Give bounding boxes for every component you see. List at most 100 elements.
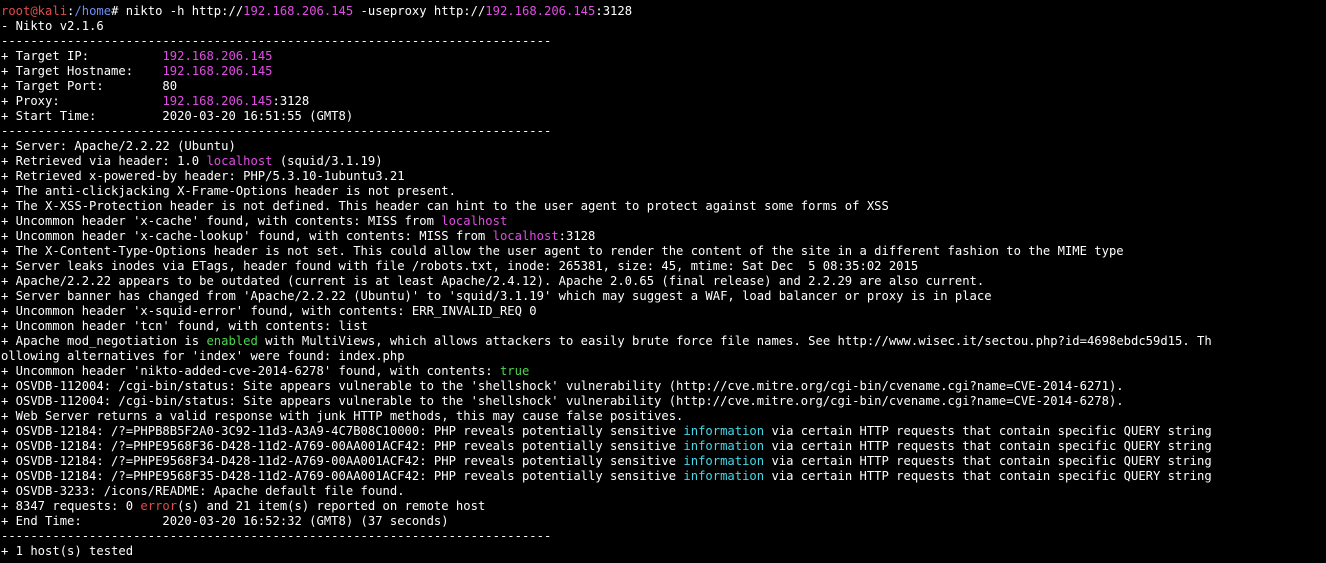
text-segment: + Target Hostname: (1, 64, 163, 78)
text-segment: (squid/3.1.19) (272, 154, 383, 168)
output-line: + Web Server returns a valid response wi… (1, 409, 1326, 424)
text-segment: + End Time: 2020-03-20 16:52:32 (GMT8) (… (1, 514, 449, 528)
text-segment: information (683, 469, 765, 483)
text-segment: + Retrieved x-powered-by header: PHP/5.3… (1, 169, 405, 183)
output-line: + OSVDB-12184: /?=PHPE9568F36-D428-11d2-… (1, 439, 1326, 454)
text-segment: + Start Time: 2020-03-20 16:51:55 (GMT8) (1, 109, 354, 123)
text-segment: information (683, 454, 765, 468)
output-line: + OSVDB-3233: /icons/README: Apache defa… (1, 484, 1326, 499)
output-line: + End Time: 2020-03-20 16:52:32 (GMT8) (… (1, 514, 1326, 529)
output-line: + OSVDB-12184: /?=PHPE9568F35-D428-11d2-… (1, 469, 1326, 484)
output-line: + 8347 requests: 0 error(s) and 21 item(… (1, 499, 1326, 514)
text-segment: + OSVDB-12184: /?=PHPB8B5F2A0-3C92-11d3-… (1, 424, 684, 438)
prompt-command-line: root@kali:/home# nikto -h http://192.168… (1, 4, 1326, 19)
output-line: + OSVDB-112004: /cgi-bin/status: Site ap… (1, 379, 1326, 394)
output-line: + The anti-clickjacking X-Frame-Options … (1, 184, 1326, 199)
text-segment: /home (74, 4, 112, 18)
text-segment: :3128 (272, 94, 310, 108)
output-line: + 1 host(s) tested (1, 544, 1326, 559)
text-segment: + The anti-clickjacking X-Frame-Options … (1, 184, 456, 198)
output-line: + Proxy: 192.168.206.145:3128 (1, 94, 1326, 109)
text-segment: + Apache mod_negotiation is (1, 334, 207, 348)
text-segment: localhost (492, 229, 559, 243)
text-segment: ----------------------------------------… (1, 34, 552, 48)
output-line: ollowing alternatives for 'index' were f… (1, 349, 1326, 364)
text-segment: + OSVDB-12184: /?=PHPE9568F34-D428-11d2-… (1, 454, 684, 468)
terminal-window[interactable]: root@kali:/home# nikto -h http://192.168… (0, 0, 1326, 563)
output-line: + The X-Content-Type-Options header is n… (1, 244, 1326, 259)
output-line: ----------------------------------------… (1, 124, 1326, 139)
text-segment: -useproxy http:// (353, 4, 486, 18)
text-segment: + The X-XSS-Protection header is not def… (1, 199, 889, 213)
text-segment: localhost (441, 214, 508, 228)
text-segment: :3128 (595, 4, 633, 18)
text-segment: ----------------------------------------… (1, 529, 552, 543)
text-segment: + Uncommon header 'x-squid-error' found,… (1, 304, 537, 318)
text-segment: localhost (206, 154, 273, 168)
text-segment: + Retrieved via header: 1.0 (1, 154, 207, 168)
text-segment: + 8347 requests: 0 (1, 499, 141, 513)
text-segment: via certain HTTP requests that contain s… (764, 454, 1212, 468)
output-line: + Target Port: 80 (1, 79, 1326, 94)
output-line: - Nikto v2.1.6 (1, 19, 1326, 34)
output-line: + Apache/2.2.22 appears to be outdated (… (1, 274, 1326, 289)
text-segment: + Apache/2.2.22 appears to be outdated (… (1, 274, 985, 288)
text-segment: ollowing alternatives for 'index' were f… (1, 349, 405, 363)
text-segment: + Server: Apache/2.2.22 (Ubuntu) (1, 139, 236, 153)
text-segment: with MultiViews, which allows attackers … (257, 334, 1212, 348)
text-segment: via certain HTTP requests that contain s… (764, 469, 1212, 483)
text-segment: + Uncommon header 'x-cache-lookup' found… (1, 229, 493, 243)
text-segment: + OSVDB-12184: /?=PHPE9568F36-D428-11d2-… (1, 439, 684, 453)
output-line: + Server leaks inodes via ETags, header … (1, 259, 1326, 274)
text-segment: :3128 (558, 229, 596, 243)
output-line: + OSVDB-112004: /cgi-bin/status: Site ap… (1, 394, 1326, 409)
output-line: + Uncommon header 'x-cache-lookup' found… (1, 229, 1326, 244)
output-line: + Server: Apache/2.2.22 (Ubuntu) (1, 139, 1326, 154)
text-segment: + OSVDB-3233: /icons/README: Apache defa… (1, 484, 405, 498)
output-line: + Uncommon header 'tcn' found, with cont… (1, 319, 1326, 334)
text-segment: + Target IP: (1, 49, 163, 63)
text-segment: + Uncommon header 'nikto-added-cve-2014-… (1, 364, 500, 378)
text-segment: + OSVDB-112004: /cgi-bin/status: Site ap… (1, 394, 1124, 408)
output-line: + Retrieved via header: 1.0 localhost (s… (1, 154, 1326, 169)
output-line: + Uncommon header 'nikto-added-cve-2014-… (1, 364, 1326, 379)
text-segment: information (683, 439, 765, 453)
text-segment: + 1 host(s) tested (1, 544, 134, 558)
output-line: + Start Time: 2020-03-20 16:51:55 (GMT8) (1, 109, 1326, 124)
text-segment: + Server leaks inodes via ETags, header … (1, 259, 919, 273)
text-segment: ----------------------------------------… (1, 124, 552, 138)
text-segment: + Target Port: 80 (1, 79, 178, 93)
text-segment: + OSVDB-12184: /?=PHPE9568F35-D428-11d2-… (1, 469, 684, 483)
text-segment: + OSVDB-112004: /cgi-bin/status: Site ap… (1, 379, 1124, 393)
output-line: + Apache mod_negotiation is enabled with… (1, 334, 1326, 349)
output-line: ----------------------------------------… (1, 529, 1326, 544)
text-segment: true (499, 364, 530, 378)
output-line: + Target Hostname: 192.168.206.145 (1, 64, 1326, 79)
output-line: + OSVDB-12184: /?=PHPB8B5F2A0-3C92-11d3-… (1, 424, 1326, 439)
text-segment: via certain HTTP requests that contain s… (764, 424, 1212, 438)
output-line: + OSVDB-12184: /?=PHPE9568F34-D428-11d2-… (1, 454, 1326, 469)
text-segment: 192.168.206.145 (162, 49, 273, 63)
text-segment: + Uncommon header 'x-cache' found, with … (1, 214, 442, 228)
text-segment: information (683, 424, 765, 438)
text-segment: (s) and 21 item(s) reported on remote ho… (177, 499, 486, 513)
output-line: + Target IP: 192.168.206.145 (1, 49, 1326, 64)
text-segment: - Nikto v2.1.6 (1, 19, 104, 33)
text-segment: 192.168.206.145 (243, 4, 354, 18)
text-segment: 192.168.206.145 (485, 4, 596, 18)
text-segment: root@kali (1, 4, 68, 18)
output-line: + Server banner has changed from 'Apache… (1, 289, 1326, 304)
output-line: + Retrieved x-powered-by header: PHP/5.3… (1, 169, 1326, 184)
text-segment: # nikto -h http:// (111, 4, 244, 18)
text-segment: + Proxy: (1, 94, 163, 108)
text-segment: + The X-Content-Type-Options header is n… (1, 244, 1124, 258)
output-line: ----------------------------------------… (1, 34, 1326, 49)
output-line: + Uncommon header 'x-cache' found, with … (1, 214, 1326, 229)
text-segment: 192.168.206.145 (162, 94, 273, 108)
text-segment: via certain HTTP requests that contain s… (764, 439, 1212, 453)
text-segment: + Server banner has changed from 'Apache… (1, 289, 992, 303)
text-segment: 192.168.206.145 (162, 64, 273, 78)
text-segment: enabled (206, 334, 258, 348)
output-line: + The X-XSS-Protection header is not def… (1, 199, 1326, 214)
text-segment: + Web Server returns a valid response wi… (1, 409, 684, 423)
